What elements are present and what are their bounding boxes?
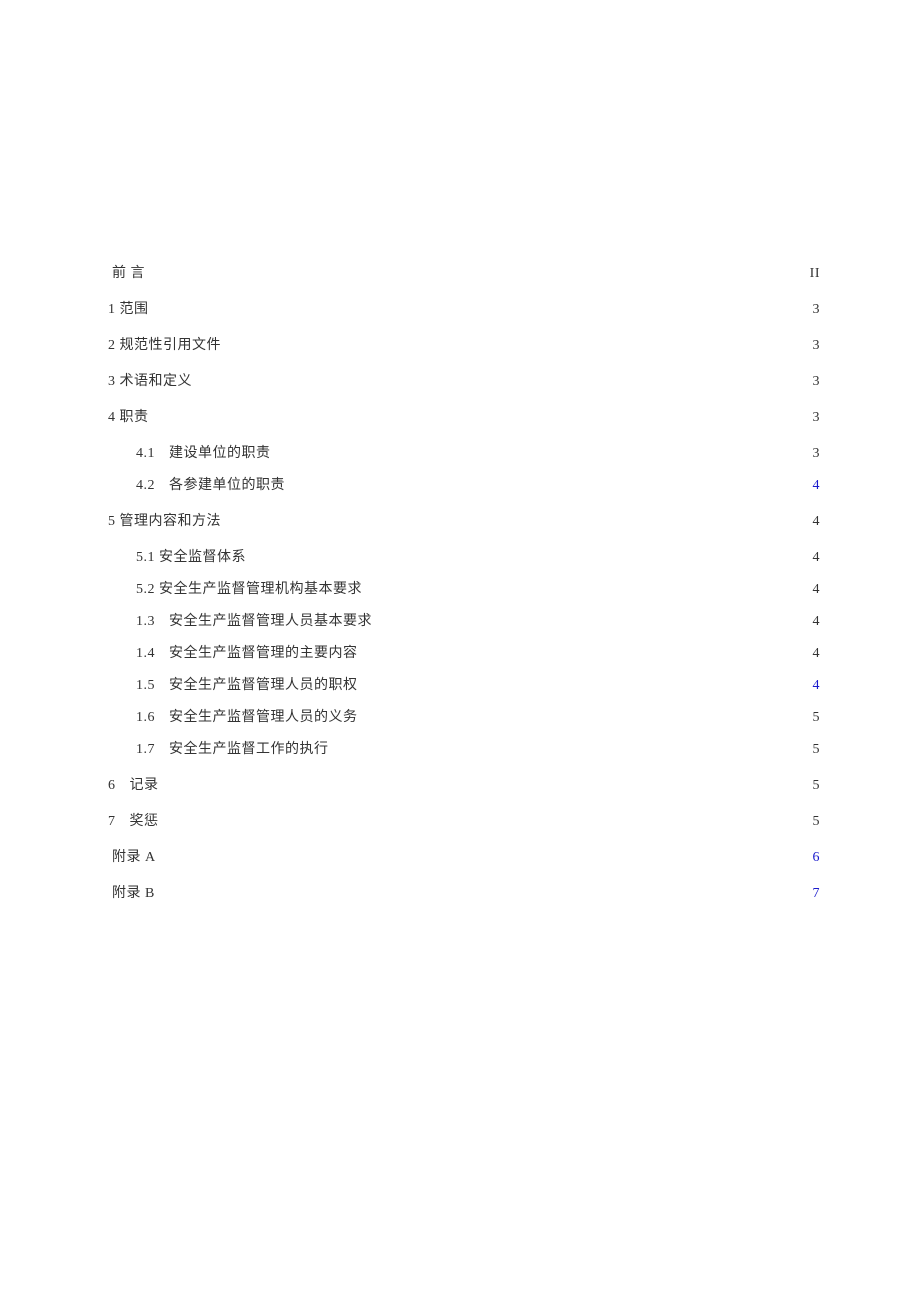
toc-entry-number: 5.1 xyxy=(136,550,155,566)
toc-entry-page: 4 xyxy=(813,478,821,494)
toc-entry[interactable]: 1.6安全生产监督管理人员的义务 5 xyxy=(108,706,820,726)
toc-entry[interactable]: 附录 A 6 xyxy=(108,846,820,866)
toc-entry[interactable]: 5.1安全监督体系 4 xyxy=(108,546,820,566)
toc-entry-number: 2 xyxy=(108,338,116,354)
toc-entry-page: 4 xyxy=(813,678,821,694)
toc-entry-page: 4 xyxy=(813,646,821,662)
toc-entry-title: 安全监督体系 xyxy=(155,546,246,566)
toc-entry-number: 5.2 xyxy=(136,582,155,598)
toc-entry-number: 3 xyxy=(108,374,116,390)
toc-entry-number: 1 xyxy=(108,302,116,318)
toc-entry-page: 5 xyxy=(813,710,821,726)
toc-entry-page: 3 xyxy=(813,374,821,390)
toc-entry-page: 4 xyxy=(813,582,821,598)
toc-entry-title: 安全生产监督管理人员基本要求 xyxy=(155,610,372,630)
toc-entry-title: 安全生产监督管理机构基本要求 xyxy=(155,578,362,598)
toc-entry-page: 4 xyxy=(813,550,821,566)
toc-entry-number: 4 xyxy=(108,410,116,426)
toc-entry-title: 管理内容和方法 xyxy=(116,510,222,530)
toc-entry[interactable]: 5管理内容和方法 4 xyxy=(108,510,820,530)
toc-entry[interactable]: 4职责 3 xyxy=(108,406,820,426)
toc-entry-number: 1.6 xyxy=(136,710,155,726)
toc-entry-page: 4 xyxy=(813,514,821,530)
toc-entry-title: 附录 A xyxy=(108,846,156,866)
toc-entry[interactable]: 1范围 3 xyxy=(108,298,820,318)
toc-entry-page: 3 xyxy=(813,302,821,318)
toc-entry-title: 规范性引用文件 xyxy=(116,334,222,354)
table-of-contents: 前 言II1范围32规范性引用文件33术语和定义34职责34.1建设单位的职责3… xyxy=(108,262,820,902)
toc-entry-number: 4.2 xyxy=(136,478,155,494)
toc-entry-title: 安全生产监督工作的执行 xyxy=(155,738,329,758)
toc-entry[interactable]: 1.5安全生产监督管理人员的职权 4 xyxy=(108,674,820,694)
toc-entry-title: 附录 B xyxy=(108,882,155,902)
toc-entry-title: 奖惩 xyxy=(116,810,159,830)
toc-entry-page: 5 xyxy=(813,814,821,830)
toc-entry-page: 7 xyxy=(813,886,821,902)
toc-entry-number: 1.7 xyxy=(136,742,155,758)
page-container: 前 言II1范围32规范性引用文件33术语和定义34职责34.1建设单位的职责3… xyxy=(0,0,920,902)
toc-entry-title: 范围 xyxy=(116,298,149,318)
toc-entry-number: 5 xyxy=(108,514,116,530)
toc-entry-number: 4.1 xyxy=(136,446,155,462)
toc-entry[interactable]: 3术语和定义3 xyxy=(108,370,820,390)
toc-entry[interactable]: 2规范性引用文件 3 xyxy=(108,334,820,354)
toc-entry-number: 1.3 xyxy=(136,614,155,630)
toc-entry[interactable]: 5.2安全生产监督管理机构基本要求 4 xyxy=(108,578,820,598)
toc-entry[interactable]: 7奖惩 5 xyxy=(108,810,820,830)
toc-entry-page: II xyxy=(810,266,820,282)
toc-entry-page: 4 xyxy=(813,614,821,630)
toc-entry-page: 3 xyxy=(813,338,821,354)
toc-entry-number: 6 xyxy=(108,778,116,794)
toc-entry-page: 3 xyxy=(813,410,821,426)
toc-entry-page: 3 xyxy=(813,446,821,462)
toc-entry-number: 7 xyxy=(108,814,116,830)
toc-entry[interactable]: 6记录 5 xyxy=(108,774,820,794)
toc-entry-number: 1.5 xyxy=(136,678,155,694)
toc-entry-title: 安全生产监督管理人员的职权 xyxy=(155,674,358,694)
toc-entry-title: 术语和定义 xyxy=(116,370,193,390)
toc-entry-title: 前 言 xyxy=(108,262,145,282)
toc-entry-title: 安全生产监督管理的主要内容 xyxy=(155,642,358,662)
toc-entry-title: 记录 xyxy=(116,774,159,794)
toc-entry[interactable]: 4.1建设单位的职责 3 xyxy=(108,442,820,462)
toc-entry-title: 建设单位的职责 xyxy=(155,442,271,462)
toc-entry[interactable]: 前 言 II xyxy=(108,262,820,282)
toc-entry[interactable]: 1.3安全生产监督管理人员基本要求 4 xyxy=(108,610,820,630)
toc-entry-page: 5 xyxy=(813,778,821,794)
toc-entry[interactable]: 1.4安全生产监督管理的主要内容 4 xyxy=(108,642,820,662)
toc-entry[interactable]: 附录 B 7 xyxy=(108,882,820,902)
toc-entry[interactable]: 4.2各参建单位的职责 4 xyxy=(108,474,820,494)
toc-entry-title: 各参建单位的职责 xyxy=(155,474,285,494)
toc-entry-title: 安全生产监督管理人员的义务 xyxy=(155,706,358,726)
toc-entry-title: 职责 xyxy=(116,406,149,426)
toc-entry-page: 5 xyxy=(813,742,821,758)
toc-entry-number: 1.4 xyxy=(136,646,155,662)
toc-entry[interactable]: 1.7安全生产监督工作的执行 5 xyxy=(108,738,820,758)
toc-entry-page: 6 xyxy=(813,850,821,866)
